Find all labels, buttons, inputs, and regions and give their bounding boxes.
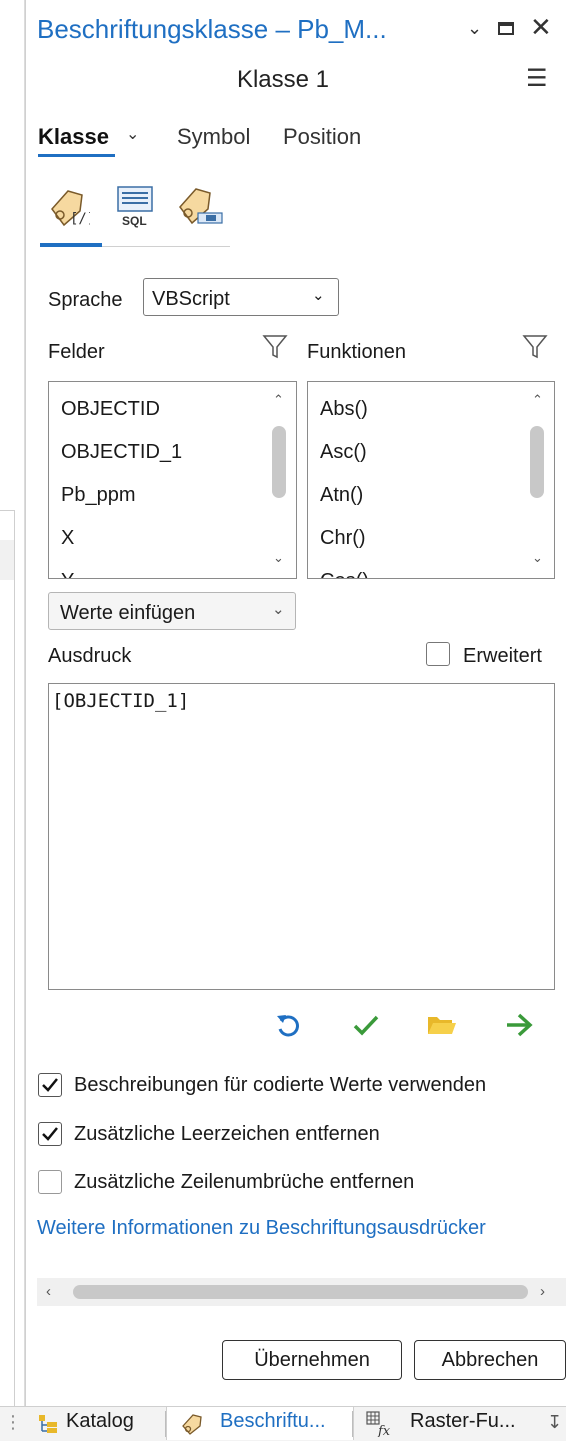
- tab-position[interactable]: Position: [283, 124, 361, 150]
- list-item[interactable]: Atn(): [320, 484, 363, 507]
- close-icon[interactable]: ✕: [530, 12, 552, 43]
- functions-list[interactable]: Abs() Asc() Atn() Chr() Cos() ⌃ ⌄: [307, 381, 555, 579]
- fields-label: Felder: [48, 341, 105, 363]
- functions-filter-icon[interactable]: [522, 334, 548, 365]
- tab-separator: [352, 1411, 353, 1437]
- background-pane: [0, 510, 15, 1412]
- scroll-left-icon[interactable]: ‹: [46, 1283, 51, 1300]
- tab-klasse[interactable]: Klasse: [38, 124, 109, 150]
- list-item[interactable]: OBJECTID_1: [61, 441, 182, 464]
- tab-beschriftung[interactable]: Beschriftu...: [220, 1410, 326, 1438]
- raster-function-icon: fx: [366, 1411, 396, 1442]
- verify-check-icon[interactable]: [352, 1012, 379, 1038]
- scroll-up-icon[interactable]: ⌃: [273, 392, 284, 408]
- scrollbar-thumb[interactable]: [530, 426, 544, 498]
- pane-title: Beschriftungsklasse – Pb_M...: [37, 14, 387, 44]
- scroll-down-icon[interactable]: ⌄: [273, 550, 284, 566]
- tab-overflow-icon[interactable]: ↧: [547, 1412, 562, 1433]
- advanced-label: Erweitert: [463, 645, 542, 667]
- drag-handle-icon[interactable]: ⋮: [4, 1412, 22, 1433]
- advanced-checkbox[interactable]: [426, 642, 450, 666]
- catalog-icon: [37, 1413, 59, 1440]
- expression-text: [OBJECTID_1]: [52, 690, 190, 712]
- expression-label: Ausdruck: [48, 645, 132, 667]
- label-placement-icon[interactable]: [176, 185, 223, 227]
- scroll-right-icon[interactable]: ›: [540, 1283, 545, 1300]
- list-item[interactable]: Abs(): [320, 398, 368, 421]
- apply-button[interactable]: Übernehmen: [222, 1340, 402, 1380]
- export-arrow-icon[interactable]: [504, 1012, 533, 1038]
- list-item[interactable]: Pb_ppm: [61, 484, 136, 507]
- tab-separator: [165, 1411, 166, 1437]
- chevron-down-icon: ⌄: [312, 287, 325, 304]
- tab-raster-funktionen[interactable]: Raster-Fu...: [410, 1410, 516, 1438]
- svg-text:SQL: SQL: [122, 214, 147, 228]
- svg-text:[/]: [/]: [70, 211, 90, 227]
- class-name-title: Klasse 1: [236, 66, 330, 93]
- sql-query-icon[interactable]: SQL: [114, 185, 154, 228]
- insert-values-label: Werte einfügen: [60, 602, 196, 624]
- cancel-button[interactable]: Abbrechen: [414, 1340, 566, 1380]
- labeling-icon: [180, 1412, 204, 1441]
- checkmark-icon: [38, 1073, 62, 1097]
- maximize-icon[interactable]: [498, 22, 514, 35]
- chevron-down-icon: ⌄: [272, 601, 285, 618]
- chevron-down-icon[interactable]: ⌄: [126, 124, 139, 144]
- label-expression-icon[interactable]: [/]: [46, 185, 95, 227]
- list-item[interactable]: OBJECTID: [61, 398, 160, 421]
- remove-linebreaks-checkbox[interactable]: [38, 1170, 62, 1194]
- more-info-link[interactable]: Weitere Informationen zu Beschriftungsau…: [37, 1217, 486, 1240]
- active-tool-indicator: [40, 243, 102, 247]
- fields-list[interactable]: OBJECTID OBJECTID_1 Pb_ppm X Y ⌃ ⌄: [48, 381, 297, 579]
- menu-icon[interactable]: ☰: [526, 64, 548, 93]
- pane-options-chevron-icon[interactable]: ⌄: [467, 18, 482, 39]
- open-folder-icon[interactable]: [426, 1012, 456, 1038]
- scroll-up-icon[interactable]: ⌃: [532, 392, 543, 408]
- language-value: VBScript: [152, 288, 230, 310]
- list-item[interactable]: Chr(): [320, 527, 366, 550]
- background-pane-band: [0, 540, 14, 580]
- fields-filter-icon[interactable]: [262, 334, 288, 365]
- list-item[interactable]: Y: [61, 570, 74, 578]
- tab-katalog[interactable]: Katalog: [66, 1410, 134, 1438]
- reset-icon[interactable]: [275, 1012, 301, 1038]
- horizontal-scrollbar-thumb[interactable]: [73, 1285, 528, 1299]
- active-tab-indicator: [38, 154, 115, 157]
- tab-symbol[interactable]: Symbol: [177, 124, 250, 150]
- language-label: Sprache: [48, 289, 123, 311]
- list-item[interactable]: Asc(): [320, 441, 367, 464]
- scroll-down-icon[interactable]: ⌄: [532, 550, 543, 566]
- scrollbar-thumb[interactable]: [272, 426, 286, 498]
- checkmark-icon: [38, 1122, 62, 1146]
- svg-text:fx: fx: [377, 1424, 391, 1437]
- list-item[interactable]: Cos(): [320, 570, 369, 578]
- coded-values-label: Beschreibungen für codierte Werte verwen…: [74, 1074, 487, 1096]
- remove-spaces-label: Zusätzliche Leerzeichen entfernen: [74, 1123, 380, 1145]
- list-item[interactable]: X: [61, 527, 74, 550]
- expression-editor[interactable]: [48, 683, 555, 990]
- remove-linebreaks-label: Zusätzliche Zeilenumbrüche entfernen: [74, 1171, 415, 1193]
- functions-label: Funktionen: [307, 341, 406, 363]
